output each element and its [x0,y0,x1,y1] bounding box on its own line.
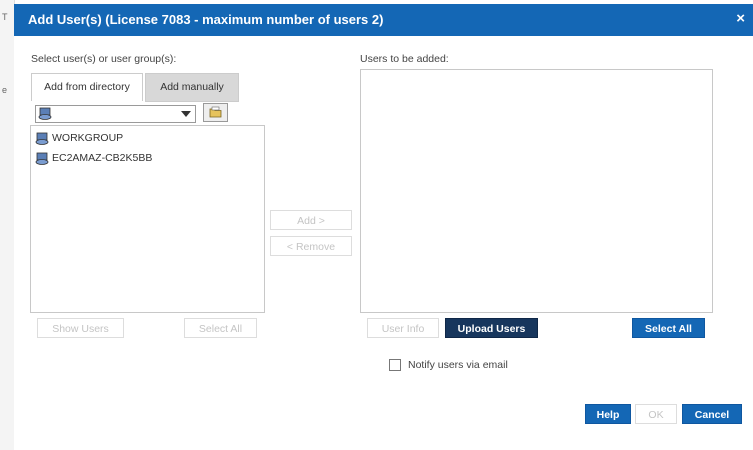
select-users-label: Select user(s) or user group(s): [31,53,177,65]
tab-add-from-directory[interactable]: Add from directory [31,73,143,101]
chevron-down-icon[interactable] [181,111,191,117]
notify-label: Notify users via email [408,359,508,371]
ok-button[interactable]: OK [635,404,677,424]
tree-item-workgroup[interactable]: WORKGROUP [35,130,123,146]
select-all-left-button[interactable]: Select All [184,318,257,338]
upload-users-button[interactable]: Upload Users [445,318,538,338]
tree-item-label: EC2AMAZ-CB2K5BB [52,152,153,164]
users-to-add-list[interactable] [360,69,713,313]
notify-email-option[interactable]: Notify users via email [389,359,508,371]
domain-icon [35,132,49,145]
show-users-button[interactable]: Show Users [37,318,124,338]
domain-icon [35,152,49,165]
notify-checkbox[interactable] [389,359,401,371]
add-users-dialog: Add User(s) (License 7083 - maximum numb… [14,4,753,450]
dialog-titlebar: Add User(s) (License 7083 - maximum numb… [14,4,753,36]
remove-button[interactable]: < Remove [270,236,352,256]
tree-item-label: WORKGROUP [52,132,124,144]
select-all-right-button[interactable]: Select All [632,318,705,338]
background-letter: T [2,12,8,22]
close-icon[interactable]: × [736,10,745,27]
add-button[interactable]: Add > [270,210,352,230]
browse-directory-button[interactable] [203,103,228,122]
cancel-button[interactable]: Cancel [682,404,742,424]
background-letter: e [2,85,8,95]
folder-icon [209,106,222,118]
help-button[interactable]: Help [585,404,631,424]
dialog-title: Add User(s) (License 7083 - maximum numb… [28,12,384,27]
tab-add-manually[interactable]: Add manually [145,73,239,102]
domain-icon [38,107,52,123]
background-window-edge: T e [0,0,15,450]
tree-item-ec2amaz[interactable]: EC2AMAZ-CB2K5BB [35,150,152,166]
user-info-button[interactable]: User Info [367,318,439,338]
directory-select[interactable] [35,105,196,123]
directory-tree[interactable]: WORKGROUP EC2AMAZ-CB2K5BB [30,125,265,313]
users-to-add-label: Users to be added: [360,53,449,65]
